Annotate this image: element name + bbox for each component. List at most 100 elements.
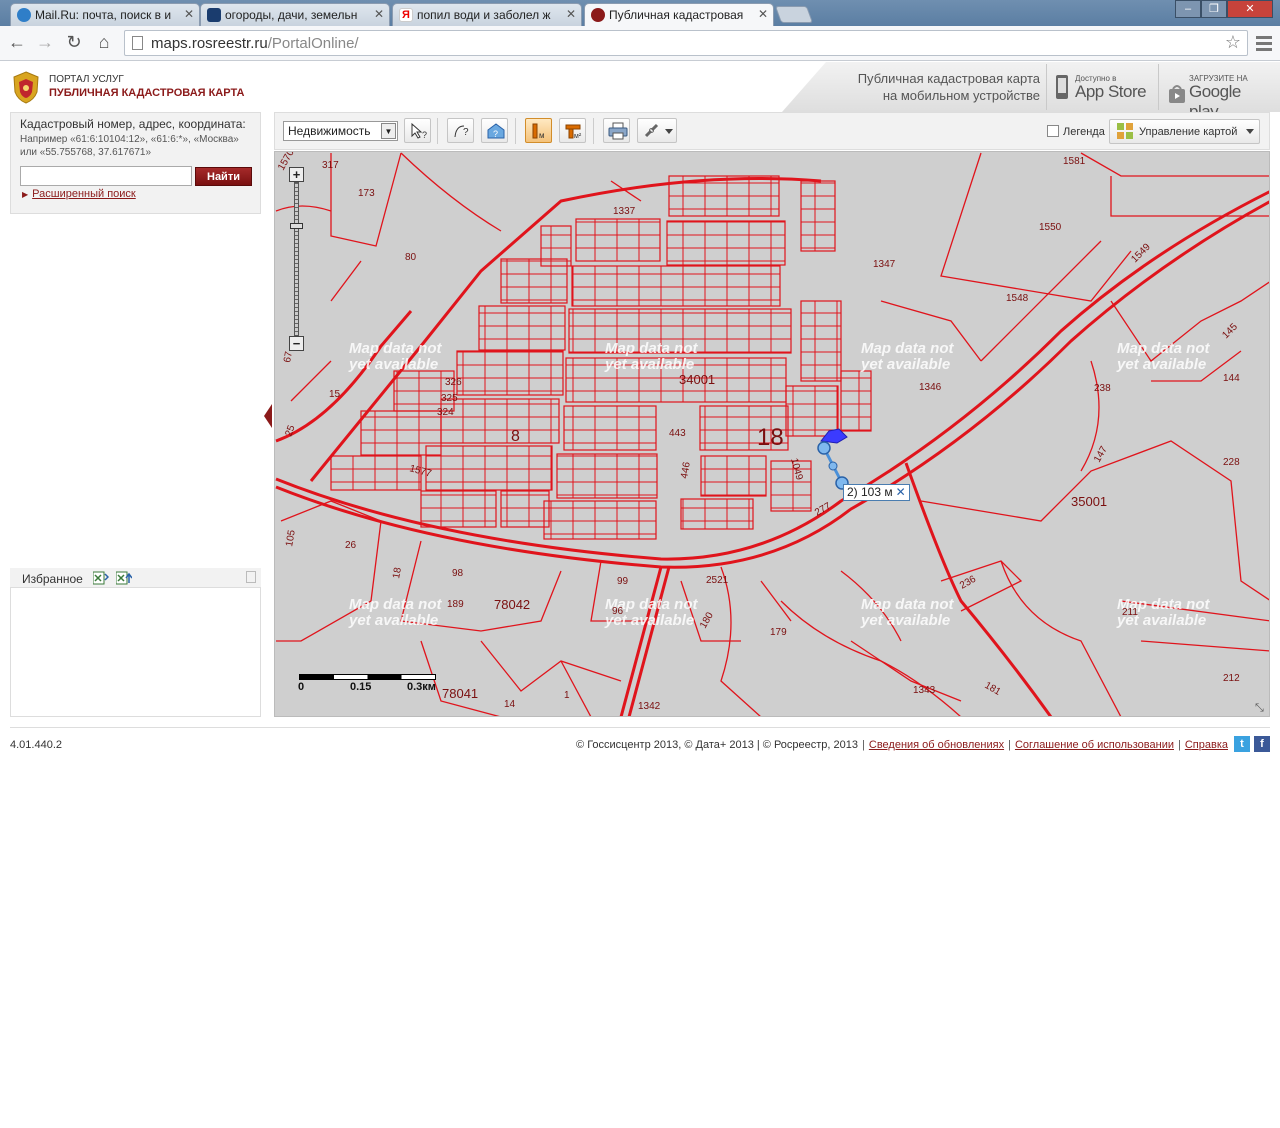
- chevron-down-icon: ▼: [381, 123, 396, 139]
- parcel-label: 212: [1223, 673, 1240, 684]
- no-data-label: yet available: [860, 612, 950, 629]
- no-data-label: Map data not: [861, 340, 955, 357]
- close-window-button[interactable]: ✕: [1227, 0, 1273, 18]
- parcel-label: 324: [437, 407, 454, 418]
- yandex-favicon-icon: Я: [399, 8, 413, 22]
- parcel-label: 18: [391, 566, 404, 579]
- zoom-slider-track[interactable]: [294, 182, 299, 336]
- trash-icon[interactable]: [246, 571, 256, 583]
- chevron-down-icon: [1246, 129, 1254, 134]
- mobile-line-2: на мобильном устройстве: [882, 88, 1040, 103]
- version-text: 4.01.440.2: [10, 739, 62, 751]
- parcel-label: 34001: [679, 372, 715, 387]
- parcel-label: 96: [612, 606, 624, 617]
- parcel-label: 1347: [873, 259, 896, 270]
- chrome-menu-icon[interactable]: [1256, 33, 1272, 53]
- zoom-in-button[interactable]: +: [289, 167, 304, 182]
- facebook-icon[interactable]: f: [1254, 736, 1270, 752]
- parcel-label: 1342: [638, 701, 661, 712]
- scale-label: 0.3км: [407, 681, 436, 693]
- measure-area-button[interactable]: м²: [559, 118, 586, 143]
- collapse-panel-arrow-icon[interactable]: [264, 404, 272, 428]
- select-area-tool-button[interactable]: ?: [447, 118, 474, 143]
- parcel-label: 277: [813, 501, 833, 519]
- browser-tab-yandex[interactable]: Я попил води и заболел ж ✕: [392, 3, 582, 26]
- google-play-button[interactable]: ЗАГРУЗИТЕ НА Google play: [1158, 64, 1272, 121]
- parcel-label: 317: [322, 160, 339, 171]
- tab-label: Mail.Ru: почта, поиск в и: [35, 8, 172, 22]
- parcel-label: 1337: [613, 206, 636, 217]
- address-bar[interactable]: maps.rosreestr.ru/PortalOnline/ ☆: [124, 30, 1248, 56]
- ruler-area-icon: м²: [565, 124, 582, 140]
- twitter-icon[interactable]: t: [1234, 736, 1250, 752]
- layers-grid-icon: [1117, 123, 1133, 139]
- parcel-label: 144: [1223, 373, 1240, 384]
- legend-label: Легенда: [1063, 126, 1105, 138]
- close-tab-icon[interactable]: ✕: [566, 7, 576, 21]
- layer-select[interactable]: Недвижимость ▼: [283, 121, 398, 141]
- coat-of-arms-icon[interactable]: [10, 70, 42, 104]
- layer-select-value: Недвижимость: [288, 124, 371, 138]
- bookmark-star-icon[interactable]: ☆: [1225, 32, 1241, 53]
- terms-link[interactable]: Соглашение об использовании: [1015, 739, 1174, 751]
- close-tab-icon[interactable]: ✕: [184, 7, 194, 21]
- advanced-search-link[interactable]: ▶ Расширенный поиск: [22, 188, 136, 200]
- zoom-slider-handle[interactable]: [290, 223, 303, 229]
- maximize-window-button[interactable]: ❐: [1201, 0, 1227, 18]
- measure-midpoint-icon[interactable]: [828, 461, 838, 471]
- triangle-right-icon: ▶: [22, 190, 29, 199]
- parcel-label: 99: [617, 576, 629, 587]
- measure-distance-button[interactable]: м: [525, 118, 552, 143]
- zoom-out-button[interactable]: −: [289, 336, 304, 351]
- parcel-label: 1548: [1006, 293, 1029, 304]
- close-tab-icon[interactable]: ✕: [758, 7, 768, 21]
- export-excel-icon[interactable]: [116, 571, 132, 585]
- reload-icon[interactable]: ↻: [63, 31, 85, 53]
- scale-label: 0: [298, 681, 305, 693]
- legend-checkbox[interactable]: [1047, 125, 1059, 137]
- parcel-label: 1550: [1039, 222, 1062, 233]
- portal-subtitle: ПОРТАЛ УСЛУГ: [49, 74, 124, 85]
- browser-tab-rosreestr[interactable]: Публичная кадастровая ✕: [584, 3, 774, 26]
- search-example: Например «61:6:10104:12», «61:6:*», «Мос…: [20, 134, 239, 158]
- scale-label: 0.15: [350, 681, 372, 693]
- print-button[interactable]: [603, 118, 630, 143]
- resize-handle-icon[interactable]: ⤡: [1255, 702, 1264, 715]
- updates-link[interactable]: Сведения об обновлениях: [869, 739, 1004, 751]
- search-input[interactable]: [20, 166, 192, 186]
- toolbar-separator: [593, 118, 594, 144]
- toolbar-separator: [515, 118, 516, 144]
- no-data-label: yet available: [1116, 356, 1206, 373]
- favorites-title: Избранное: [22, 572, 83, 586]
- close-tab-icon[interactable]: ✕: [374, 7, 384, 21]
- parcel-info-tool-button[interactable]: ?: [481, 118, 508, 143]
- identify-tool-button[interactable]: ?: [404, 118, 431, 143]
- parcel-label: 179: [770, 627, 787, 638]
- help-link[interactable]: Справка: [1185, 739, 1228, 751]
- home-icon[interactable]: ⌂: [93, 31, 115, 53]
- parcel-label: 80: [405, 252, 417, 263]
- new-tab-button[interactable]: [774, 6, 814, 23]
- parcel-label: 15: [329, 389, 341, 400]
- toolbar-separator: [437, 118, 438, 144]
- no-data-label: yet available: [860, 356, 950, 373]
- forward-arrow-icon[interactable]: →: [34, 31, 56, 53]
- lasso-question-icon: ?: [454, 125, 469, 138]
- browser-tab-mailru[interactable]: Mail.Ru: почта, поиск в и ✕: [10, 3, 200, 26]
- minimize-window-button[interactable]: –: [1175, 0, 1201, 18]
- import-excel-icon[interactable]: [93, 571, 109, 585]
- svg-text:?: ?: [493, 129, 498, 139]
- search-button[interactable]: Найти: [195, 167, 252, 186]
- link-button[interactable]: [637, 118, 677, 143]
- close-icon[interactable]: ✕: [896, 485, 906, 499]
- parcel-label: 78042: [494, 597, 530, 612]
- parcel-label: 228: [1223, 457, 1240, 468]
- app-store-button[interactable]: Доступно в App Store: [1046, 64, 1158, 110]
- portal-title[interactable]: ПУБЛИЧНАЯ КАДАСТРОВАЯ КАРТА: [49, 87, 244, 99]
- cadastral-map[interactable]: Map data not yet available Map data not …: [274, 151, 1270, 717]
- back-arrow-icon[interactable]: ←: [6, 31, 28, 53]
- measure-distance-label: 2) 103 м ✕: [843, 484, 910, 501]
- measure-point-icon[interactable]: [817, 441, 831, 455]
- browser-tab-ogorody[interactable]: огороды, дачи, земельн ✕: [200, 3, 390, 26]
- no-data-label: Map data not: [861, 596, 955, 613]
